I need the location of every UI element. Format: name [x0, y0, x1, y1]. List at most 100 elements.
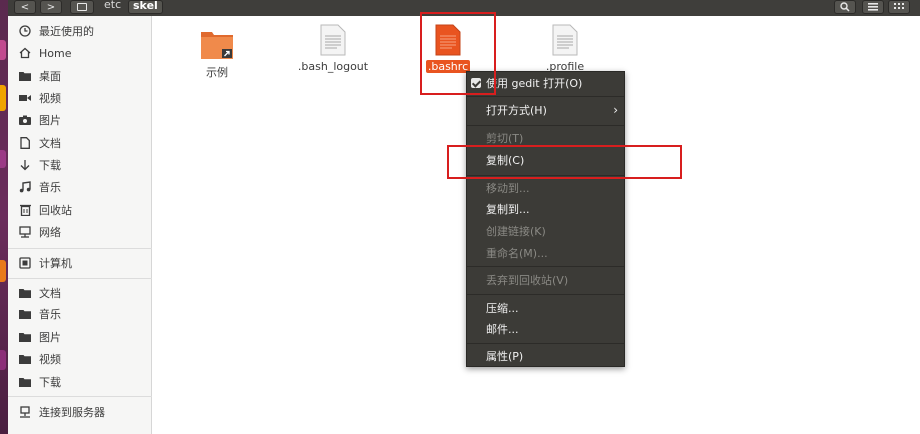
sidebar-item-network[interactable]: 网络 [8, 222, 152, 242]
sidebar-item-label: 桌面 [39, 70, 61, 83]
sidebar-item-desktop[interactable]: 桌面 [8, 66, 152, 86]
sidebar-item-label: 连接到服务器 [39, 406, 105, 419]
launcher-tick [0, 150, 6, 168]
camera-icon [18, 113, 32, 127]
sidebar-item-label: 下载 [39, 159, 61, 172]
sidebar-item-label: 文档 [39, 287, 61, 300]
menu-separator [467, 343, 624, 344]
sidebar-item-label: 图片 [39, 331, 61, 344]
sidebar-item-bookmark-pictures[interactable]: 图片 [8, 327, 152, 347]
sidebar-item-label: 网络 [39, 226, 61, 239]
menu-separator [467, 125, 624, 126]
file-name: 示例 [206, 66, 228, 79]
breadcrumb-etc[interactable]: etc [100, 0, 125, 14]
menu-item-open-with[interactable]: 打开方式(H) › [467, 100, 624, 120]
sidebar-item-videos[interactable]: 视频 [8, 88, 152, 108]
sidebar-separator [8, 248, 152, 249]
launcher-tick [0, 350, 6, 370]
menu-item-label: 邮件... [486, 323, 519, 336]
grid-view-button[interactable] [888, 0, 910, 14]
download-icon [18, 158, 32, 172]
sidebar-item-label: 音乐 [39, 308, 61, 321]
menu-item-move-to-trash: 丢弃到回收站(V) [467, 270, 624, 290]
launcher-strip [0, 0, 8, 434]
menu-item-label: 打开方式(H) [486, 104, 547, 117]
menu-item-label: 复制到... [486, 203, 530, 216]
menu-item-label: 移动到... [486, 182, 530, 195]
sidebar-item-label: 视频 [39, 92, 61, 105]
computer-icon [18, 256, 32, 270]
trash-icon [18, 203, 32, 217]
sidebar-item-bookmark-videos[interactable]: 视频 [8, 349, 152, 369]
music-icon [18, 180, 32, 194]
forward-button[interactable]: > [40, 0, 62, 14]
menu-item-copy-to[interactable]: 复制到... [467, 199, 624, 219]
file-item-profile[interactable]: .profile [520, 24, 610, 73]
file-item-bash-logout[interactable]: .bash_logout [288, 24, 378, 73]
launcher-tick [0, 85, 6, 111]
menu-item-rename: 重命名(M)... [467, 243, 624, 263]
forward-icon: > [46, 1, 56, 13]
menu-separator [467, 294, 624, 295]
sidebar-item-label: 回收站 [39, 204, 72, 217]
folder-icon [18, 330, 32, 344]
menu-item-move-to: 移动到... [467, 178, 624, 198]
launcher-tick [0, 40, 6, 60]
file-name: .bash_logout [297, 60, 369, 73]
sidebar-item-label: 图片 [39, 114, 61, 127]
sidebar-item-bookmark-downloads[interactable]: 下载 [8, 372, 152, 392]
home-icon [18, 46, 32, 60]
menu-item-label: 创建链接(K) [486, 225, 546, 238]
video-icon [18, 91, 32, 105]
sidebar-item-home[interactable]: Home [8, 43, 152, 63]
document-icon [18, 136, 32, 150]
list-view-icon [868, 3, 878, 11]
sidebar-item-label: 音乐 [39, 181, 61, 194]
path-toggle-button[interactable] [70, 0, 94, 14]
folder-icon [18, 375, 32, 389]
sidebar-item-label: 视频 [39, 353, 61, 366]
menu-item-label: 重命名(M)... [486, 247, 548, 260]
sidebar-item-documents[interactable]: 文档 [8, 133, 152, 153]
folder-icon [18, 69, 32, 83]
sidebar-item-trash[interactable]: 回收站 [8, 200, 152, 220]
sidebar-item-bookmark-documents[interactable]: 文档 [8, 283, 152, 303]
menu-item-label: 使用 gedit 打开(O) [486, 77, 583, 90]
menu-separator [467, 96, 624, 97]
menu-item-properties[interactable]: 属性(P) [467, 346, 624, 366]
list-view-button[interactable] [862, 0, 884, 14]
folder-link-icon [201, 32, 233, 59]
sidebar-item-label: Home [39, 46, 72, 60]
sidebar-item-label: 最近使用的 [39, 25, 94, 38]
sidebar-item-label: 计算机 [39, 257, 72, 270]
sidebar-item-music[interactable]: 音乐 [8, 177, 152, 197]
sidebar-item-pictures[interactable]: 图片 [8, 110, 152, 130]
search-icon [840, 2, 850, 12]
server-icon [18, 405, 32, 419]
folder-icon [18, 286, 32, 300]
search-button[interactable] [834, 0, 856, 14]
file-item-examples[interactable]: 示例 [172, 28, 262, 80]
sidebar-item-computer[interactable]: 计算机 [8, 253, 152, 273]
grid-view-icon [894, 3, 904, 9]
sidebar-separator [8, 278, 152, 279]
back-button[interactable]: < [14, 0, 36, 14]
text-file-icon [320, 24, 346, 56]
back-icon: < [20, 1, 30, 13]
menu-item-email[interactable]: 邮件... [467, 319, 624, 339]
text-file-icon [552, 24, 578, 56]
sidebar: 最近使用的 Home 桌面 视频 图片 文档 下载 音乐 回收站 网络 计算机 [8, 16, 152, 434]
sidebar-item-recent[interactable]: 最近使用的 [8, 21, 152, 41]
context-menu: 使用 gedit 打开(O) 打开方式(H) › 剪切(T) 复制(C) 移动到… [466, 71, 625, 367]
sidebar-item-bookmark-music[interactable]: 音乐 [8, 304, 152, 324]
highlight-box-copy [447, 145, 682, 179]
breadcrumb-skel[interactable]: skel [128, 0, 163, 14]
sidebar-item-label: 文档 [39, 137, 61, 150]
menu-item-compress[interactable]: 压缩... [467, 298, 624, 318]
network-icon [18, 225, 32, 239]
folder-icon [18, 307, 32, 321]
sidebar-item-downloads[interactable]: 下载 [8, 155, 152, 175]
menu-item-make-link: 创建链接(K) [467, 221, 624, 241]
menu-separator [467, 266, 624, 267]
sidebar-item-connect-server[interactable]: 连接到服务器 [8, 402, 152, 422]
